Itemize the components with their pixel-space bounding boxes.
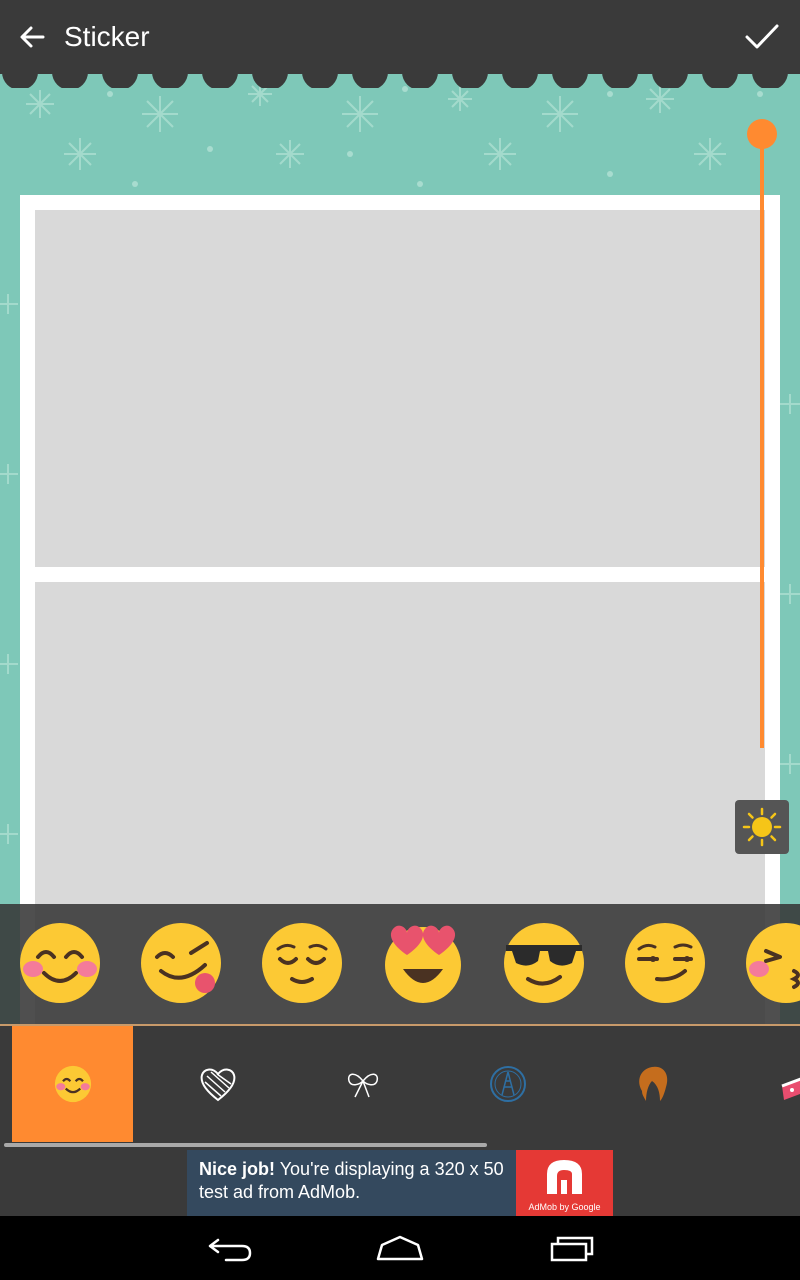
check-icon <box>745 24 779 49</box>
collage-canvas[interactable] <box>0 74 800 1024</box>
nav-recents-icon <box>550 1236 594 1262</box>
tab-hearts[interactable] <box>157 1026 278 1142</box>
system-navigation-bar <box>0 1216 800 1280</box>
arrow-left-icon <box>20 26 45 48</box>
nav-back-button[interactable] <box>190 1226 270 1270</box>
tab-hair[interactable] <box>592 1026 713 1142</box>
sticker-sunglasses[interactable] <box>502 921 586 1005</box>
ad-area: Nice job! You're displaying a 320 x 50 t… <box>0 1150 800 1216</box>
page-title: Sticker <box>64 21 150 52</box>
ad-text: Nice job! You're displaying a 320 x 50 t… <box>187 1150 516 1216</box>
admob-logo: AdMob by Google <box>516 1150 613 1216</box>
cake-icon <box>780 1077 800 1100</box>
heart-sketch-icon <box>200 1068 235 1102</box>
nav-home-button[interactable] <box>360 1226 440 1270</box>
sticker-yum[interactable] <box>139 921 223 1005</box>
collage-frame <box>20 195 780 1024</box>
tab-paris-stamp[interactable] <box>447 1026 568 1142</box>
back-button[interactable] <box>0 0 64 74</box>
tab-bows[interactable] <box>302 1026 423 1142</box>
admob-logo-caption: AdMob by Google <box>528 1202 601 1212</box>
sticker-picker[interactable] <box>0 904 800 1024</box>
opacity-slider-handle[interactable] <box>747 119 777 149</box>
action-bar: Sticker <box>0 0 800 74</box>
eiffel-stamp-icon <box>489 1066 526 1102</box>
bow-icon <box>347 1073 378 1098</box>
nav-back-icon <box>208 1238 252 1262</box>
sticker-heart-eyes[interactable] <box>381 921 465 1005</box>
tab-cake[interactable] <box>737 1026 800 1142</box>
sticker-category-tabs <box>0 1026 800 1150</box>
nav-recents-button[interactable] <box>532 1226 612 1270</box>
confirm-button[interactable] <box>734 8 790 66</box>
tab-emoji[interactable] <box>12 1026 133 1142</box>
admob-logo-icon <box>547 1160 582 1194</box>
ad-headline: Nice job! <box>199 1159 276 1179</box>
nav-home-icon <box>376 1235 424 1261</box>
sticker-relieved[interactable] <box>260 921 344 1005</box>
sticker-smiling-blush[interactable] <box>18 921 102 1005</box>
brightness-button[interactable] <box>735 800 789 854</box>
emoji-category-icon <box>54 1065 91 1103</box>
sun-icon <box>742 807 782 847</box>
photo-slot-top[interactable] <box>35 210 765 567</box>
hair-icon <box>638 1066 667 1101</box>
tabs-scroll-indicator <box>4 1143 487 1147</box>
opacity-slider-track[interactable] <box>760 134 764 748</box>
sticker-smirk[interactable] <box>623 921 707 1005</box>
sticker-kissing-blush[interactable] <box>744 921 800 1005</box>
admob-test-ad[interactable]: Nice job! You're displaying a 320 x 50 t… <box>187 1150 613 1216</box>
